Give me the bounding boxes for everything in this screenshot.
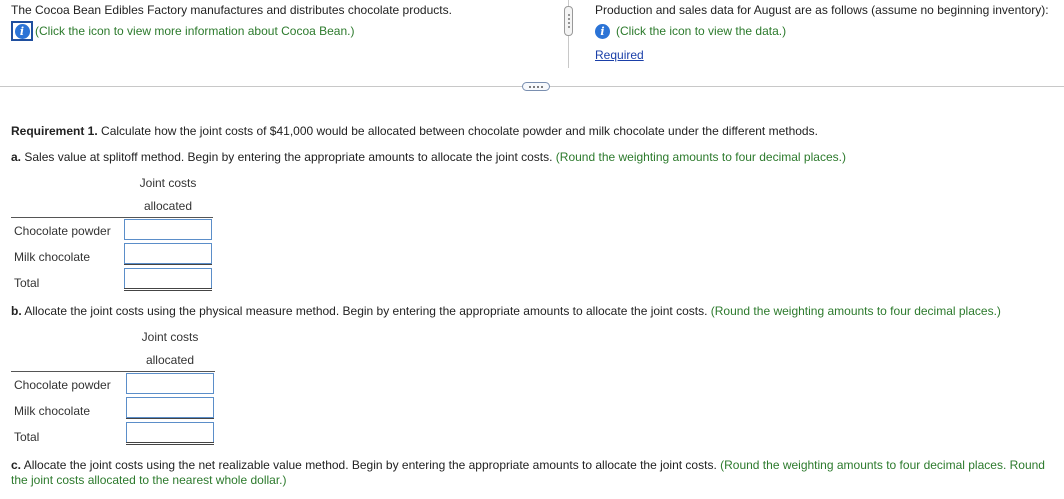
info-icon[interactable]: i (595, 23, 610, 39)
part-b-row-label: Total (14, 430, 40, 444)
part-b-milk-chocolate-input[interactable] (126, 397, 214, 418)
requirement-body: Calculate how the joint costs of $41,000… (97, 124, 818, 138)
requirement-text: Requirement 1. Calculate how the joint c… (11, 124, 818, 138)
part-c-text: Allocate the joint costs using the net r… (21, 458, 717, 472)
part-a-text: Sales value at splitoff method. Begin by… (21, 150, 553, 164)
part-b-total-double-rule (126, 444, 214, 445)
requirement-label: Requirement 1. (11, 124, 98, 138)
horizontal-divider-handle[interactable] (522, 82, 550, 91)
part-b-header-rule (11, 371, 215, 372)
right-info-link[interactable]: (Click the icon to view the data.) (616, 24, 786, 38)
required-link[interactable]: Required (595, 48, 644, 62)
part-a-header-line1: Joint costs (139, 176, 197, 190)
part-c-instruction: c. Allocate the joint costs using the ne… (11, 458, 1064, 488)
left-info-row: i (Click the icon to view more informati… (11, 21, 551, 41)
part-b-row-label: Chocolate powder (14, 378, 111, 392)
part-a-chocolate-powder-input[interactable] (124, 219, 212, 240)
part-b-total-rule (126, 442, 214, 443)
part-a-hint: (Round the weighting amounts to four dec… (552, 150, 846, 164)
part-c-prefix: c. (11, 458, 22, 472)
part-a-row-label: Total (14, 276, 40, 290)
part-b-table: Joint costs allocated Chocolate powder M… (11, 326, 221, 450)
part-a-row-label: Milk chocolate (14, 250, 91, 264)
part-a-milk-chocolate-input[interactable] (124, 243, 212, 264)
left-panel: The Cocoa Bean Edibles Factory manufactu… (11, 3, 551, 41)
part-b-text: Allocate the joint costs using the physi… (21, 304, 708, 318)
part-b-instruction: b. Allocate the joint costs using the ph… (11, 304, 1001, 318)
left-intro-text: The Cocoa Bean Edibles Factory manufactu… (11, 3, 452, 17)
right-intro-text: Production and sales data for August are… (595, 3, 1049, 17)
vertical-splitter-handle[interactable] (564, 6, 573, 36)
right-panel: Production and sales data for August are… (595, 3, 1060, 62)
part-b-subtotal-rule (126, 418, 214, 419)
part-a-total-input[interactable] (124, 268, 212, 289)
part-a-total-double-rule (124, 290, 212, 291)
left-info-link[interactable]: (Click the icon to view more information… (35, 24, 354, 38)
part-a-instruction: a. Sales value at splitoff method. Begin… (11, 150, 846, 164)
part-b-header-line1: Joint costs (141, 330, 199, 344)
part-b-chocolate-powder-input[interactable] (126, 373, 214, 394)
part-b-header-line2: allocated (145, 353, 195, 367)
part-a-header-line2: allocated (143, 199, 193, 213)
part-b-row-label: Milk chocolate (14, 404, 91, 418)
part-a-row-label: Chocolate powder (14, 224, 111, 238)
right-info-row: i (Click the icon to view the data.) (595, 21, 1060, 41)
info-icon-button[interactable]: i (11, 21, 33, 41)
part-a-table: Joint costs allocated Chocolate powder M… (11, 172, 221, 296)
part-b-total-input[interactable] (126, 422, 214, 443)
part-a-subtotal-rule (124, 264, 212, 265)
part-b-hint: (Round the weighting amounts to four dec… (707, 304, 1001, 318)
part-b-prefix: b. (11, 304, 22, 318)
info-icon[interactable]: i (14, 23, 30, 39)
part-a-header-rule (11, 217, 213, 218)
part-a-prefix: a. (11, 150, 22, 164)
part-a-total-rule (124, 288, 212, 289)
